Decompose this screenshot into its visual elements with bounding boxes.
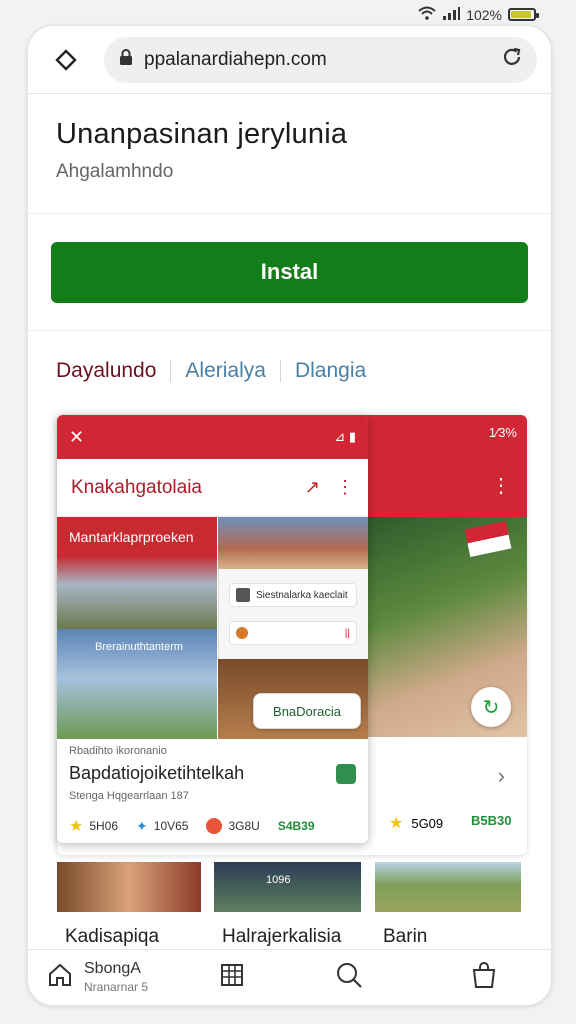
stat-green: S4B39 [277, 819, 315, 833]
nav-grid[interactable] [218, 961, 334, 994]
related-thumbnails: Kadisapiqa 1096 Halrajerkalisia Barin [57, 862, 527, 954]
tab-dlangia[interactable]: Dlangia [295, 359, 366, 383]
thumb-label: Halrajerkalisia [222, 926, 342, 947]
back-stat-star: ★ 5G09 [389, 813, 443, 833]
mini-row: Siestnalarka kaeclait [229, 583, 357, 607]
lock-icon [118, 48, 134, 71]
screenshot-front[interactable]: ✕ ⊿ ▮ Knakahgatolaia ↗ ⋮ Mantarklaprproe… [57, 415, 368, 843]
browser-window: ppalanardiahepn.com Unanpasinan jeryluni… [27, 25, 552, 1006]
front-caption: Rbadihto ikoronanio Bapdatiojoiketihtelk… [57, 739, 368, 802]
mini-row: || [229, 621, 357, 645]
orange-dot-icon [236, 627, 248, 639]
signal-icon [442, 6, 461, 23]
stat-value: 3G8U [228, 819, 260, 833]
install-section: Instal [28, 214, 551, 331]
home-icon [46, 961, 74, 994]
browser-toolbar: ppalanardiahepn.com [28, 26, 551, 94]
nav-home[interactable]: SbongA Nranarnar 5 [46, 960, 218, 996]
more-icon: ⋮ [336, 477, 354, 497]
star-icon: ★ [69, 818, 84, 835]
front-stats: ★ 5H06 ✦ 10V65 3G8U S4B39 [57, 802, 368, 836]
thumb-label: Kadisapiqa [65, 926, 160, 947]
thumb-image [57, 862, 201, 912]
share-icon: ↗ [304, 477, 320, 497]
tab-divider [279, 360, 281, 382]
tile-building [218, 517, 368, 569]
front-action-button[interactable]: BnaDoracia [253, 693, 361, 729]
close-icon: ✕ [69, 426, 85, 447]
back-status-text: 1⁄3% [488, 425, 517, 440]
back-stat-star-value: 5G09 [411, 815, 444, 831]
nav-home-sublabel: Nranarnar 5 [84, 979, 149, 994]
wifi-icon [418, 6, 436, 23]
front-status-icons: ⊿ ▮ [334, 429, 356, 444]
tab-alerialya[interactable]: Alerialya [185, 359, 266, 383]
nav-search[interactable] [334, 960, 470, 995]
leaf-icon [336, 763, 356, 784]
app-subtitle: Ahgalamhndo [56, 161, 174, 182]
url-text: ppalanardiahepn.com [144, 48, 327, 70]
tab-bar: Dayalundo Alerialya Dlangia [28, 331, 551, 411]
screenshot-carousel[interactable]: 1⁄3% ⋮ ↻ › ★ 5G09 B5B30 ✕ ⊿ ▮ Knakahgato… [57, 415, 527, 855]
front-image-grid: Mantarklaprproeken Siestnalarka kaeclait… [57, 517, 368, 739]
caption-small: Rbadihto ikoronanio [69, 745, 167, 757]
app-header: Unanpasinan jerylunia Ahgalamhndo [28, 94, 551, 214]
stat-emoji: 3G8U [206, 818, 260, 834]
grid-icon [218, 961, 246, 994]
thumb-badge: 1096 [266, 874, 291, 886]
tile4-label: Brerainuthtanterm [95, 641, 184, 653]
stat-value: 10V65 [153, 819, 189, 833]
refresh-fab-icon[interactable]: ↻ [471, 687, 511, 727]
search-icon [334, 960, 364, 995]
more-icon: ⋮ [491, 475, 511, 497]
thumb-label: Barin [383, 926, 428, 947]
nav-bag[interactable] [470, 960, 498, 995]
bag-icon [470, 960, 498, 995]
diamond-icon[interactable] [42, 36, 90, 84]
tile1-label: Mantarklaprproeken [69, 529, 194, 545]
stat-value: 5H06 [89, 819, 119, 833]
caption-meta: Stenga Hqgearrlaan 187 [69, 790, 189, 802]
stat-star: ★ 5H06 [69, 816, 118, 836]
thumb-card[interactable]: 1096 Halrajerkalisia [214, 862, 361, 954]
back-status: 1⁄3% [489, 425, 517, 440]
caption-title-row: Bapdatiojoiketihtelkah [69, 763, 356, 784]
star-icon: ★ [389, 815, 404, 832]
app-title: Unanpasinan jerylunia [56, 118, 348, 150]
pause-icon: || [344, 627, 350, 639]
front-title: Knakahgatolaia [71, 476, 202, 498]
tile-temple: Mantarklaprproeken [57, 517, 217, 629]
address-bar[interactable]: ppalanardiahepn.com [104, 36, 537, 83]
install-button[interactable]: Instal [51, 241, 528, 303]
thumb-image: 1096 [214, 862, 361, 912]
tab-dayalundo[interactable]: Dayalundo [56, 359, 156, 383]
thumbnail-icon [236, 588, 250, 602]
nav-home-title: SbongA [84, 959, 141, 977]
battery-icon [508, 8, 539, 21]
thumb-card[interactable]: Kadisapiqa [57, 862, 201, 954]
front-appbar: Knakahgatolaia ↗ ⋮ [57, 459, 368, 517]
stat-bird: ✦ 10V65 [136, 818, 188, 835]
tile-list: Siestnalarka kaeclait || [218, 569, 368, 659]
tile-landscape: Brerainuthtanterm [57, 629, 217, 739]
chevron-right-icon[interactable]: › [498, 763, 505, 789]
back-stat-green: B5B30 [471, 813, 512, 828]
reload-icon[interactable] [501, 46, 523, 73]
tab-divider [170, 360, 172, 382]
nav-home-label: SbongA Nranarnar 5 [84, 960, 148, 996]
battery-percent: 102% [466, 6, 502, 23]
bird-icon: ✦ [136, 817, 148, 834]
thumb-image [375, 862, 521, 912]
bottom-nav: SbongA Nranarnar 5 [28, 949, 551, 1005]
caption-title: Bapdatiojoiketihtelkah [69, 763, 245, 783]
emoji-icon [206, 818, 223, 834]
front-statusbar: ✕ ⊿ ▮ [57, 415, 368, 459]
mini-row-text: Siestnalarka kaeclait [256, 589, 348, 601]
thumb-card[interactable]: Barin [375, 862, 521, 954]
